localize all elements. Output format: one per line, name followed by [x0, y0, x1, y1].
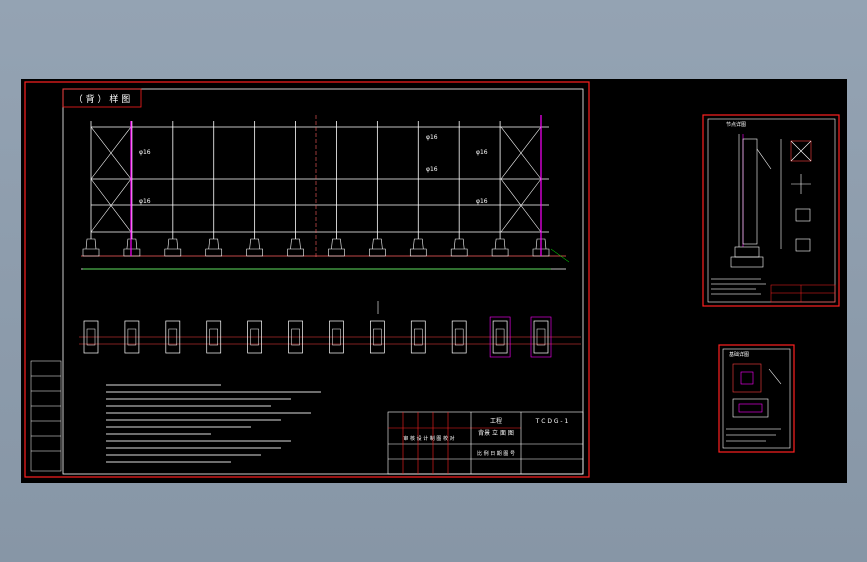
column: [205, 121, 223, 257]
detail-sheet-1-notes: [711, 278, 766, 295]
column: [491, 121, 509, 257]
title-block-stamp-row: 审 核 设 计 制 图 校 对: [403, 435, 454, 442]
detail-sheet-2-title: 基础详图: [729, 351, 749, 358]
main-sheet[interactable]: （ 背 ） 样 图 φ16 φ16 φ16 φ16 φ16 φ16 工程 背景 …: [24, 81, 590, 478]
title-block-scale-row: 比 例 日 期 图 号: [477, 450, 515, 457]
detail-sheet-1-inner-frame: [707, 118, 836, 303]
column: [369, 121, 386, 257]
column: [328, 121, 345, 257]
main-sheet-inner-frame: [62, 88, 584, 475]
column: [164, 121, 182, 257]
column: [246, 121, 263, 257]
title-block-project: 工程: [490, 417, 502, 425]
elev-label-4: φ16: [426, 166, 438, 173]
cad-model-space[interactable]: （ 背 ） 样 图 φ16 φ16 φ16 φ16 φ16 φ16 工程 背景 …: [21, 79, 847, 483]
cad-drawing: （ 背 ） 样 图 φ16 φ16 φ16 φ16 φ16 φ16 工程 背景 …: [24, 81, 840, 478]
column: [82, 121, 100, 257]
sheet-title: （ 背 ） 样 图: [74, 93, 130, 105]
column-detail: [730, 134, 782, 268]
elev-label-2: φ16: [139, 198, 151, 205]
detail-sheet-1-outer-frame: [702, 114, 840, 307]
elev-label-1: φ16: [139, 149, 151, 156]
column: [450, 121, 468, 257]
column: [287, 121, 304, 257]
elevation-view: [81, 126, 566, 270]
main-sheet-outer-frame: [24, 81, 590, 478]
detail-sheet-1[interactable]: 节点详图: [702, 114, 840, 307]
detail-sheet-2-outer-frame: [718, 344, 795, 453]
footing-detail: [732, 363, 782, 418]
revision-column: [30, 360, 62, 472]
column: [123, 121, 141, 257]
plate-detail: [790, 140, 812, 252]
title-block-name: 背景 立 面 图: [478, 429, 514, 437]
elev-label-6: φ16: [476, 198, 488, 205]
detail-sheet-2[interactable]: 基础详图: [718, 344, 795, 453]
detail-sheet-2-notes: [726, 428, 781, 442]
general-notes: [106, 384, 321, 463]
detail-sheet-1-title: 节点详图: [726, 121, 746, 128]
title-block-drawing-no: T C D G - 1: [535, 418, 569, 425]
elev-label-3: φ16: [426, 134, 438, 141]
column: [409, 121, 427, 257]
detail-sheet-1-title-block: [770, 284, 836, 303]
elev-label-5: φ16: [476, 149, 488, 156]
